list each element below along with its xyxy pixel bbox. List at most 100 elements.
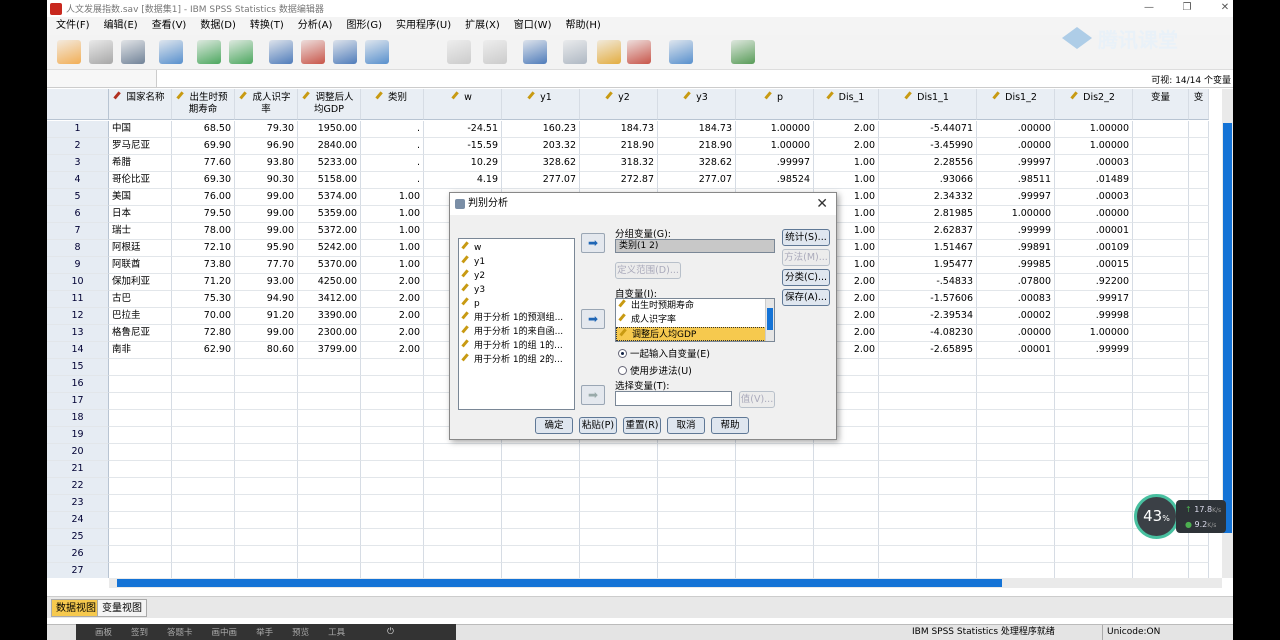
data-cell[interactable] [1189,563,1209,578]
data-cell[interactable] [172,427,235,444]
source-list-item[interactable]: y2 [459,269,574,283]
data-cell[interactable] [977,563,1055,578]
data-cell[interactable] [109,359,172,376]
data-cell[interactable]: .00001 [1055,223,1133,240]
data-cell[interactable]: 瑞士 [109,223,172,240]
weight-cases-icon[interactable] [563,40,587,64]
data-cell[interactable] [1055,563,1133,578]
data-cell[interactable] [879,546,977,563]
data-cell[interactable] [580,495,658,512]
data-cell[interactable] [736,478,814,495]
source-list-item[interactable]: y1 [459,255,574,269]
data-cell[interactable]: 77.60 [172,155,235,172]
data-cell[interactable] [1189,223,1209,240]
data-cell[interactable]: 93.00 [235,274,298,291]
data-cell[interactable] [424,563,502,578]
column-header-12[interactable]: Dis1_2 [977,89,1055,120]
column-header-3[interactable]: 调整后人均GDP [298,89,361,120]
data-cell[interactable]: .93066 [879,172,977,189]
data-cell[interactable] [109,376,172,393]
data-cell[interactable] [1133,546,1189,563]
source-list-item[interactable]: 用于分析 1的组 2的... [459,353,574,367]
data-cell[interactable]: .00000 [977,138,1055,155]
open-icon[interactable] [57,40,81,64]
data-cell[interactable]: 哥伦比亚 [109,172,172,189]
data-cell[interactable] [814,478,879,495]
data-cell[interactable] [361,376,424,393]
data-cell[interactable]: 218.90 [658,138,736,155]
data-cell[interactable]: -.54833 [879,274,977,291]
data-cell[interactable]: .00083 [977,291,1055,308]
help-button[interactable]: 帮助 [711,417,749,434]
data-cell[interactable] [235,495,298,512]
data-cell[interactable]: .99999 [977,223,1055,240]
data-cell[interactable]: .99917 [1055,291,1133,308]
overlay-item-0[interactable]: 画板 [95,626,112,638]
grouping-variable-field[interactable]: 类别(1 2) [615,239,775,253]
data-cell[interactable]: 1.00000 [1055,138,1133,155]
insert-variable-icon[interactable] [483,40,507,64]
data-cell[interactable] [977,478,1055,495]
data-cell[interactable] [424,461,502,478]
menu-item-3[interactable]: 数据(D) [193,17,243,35]
data-cell[interactable] [736,495,814,512]
data-cell[interactable] [502,478,580,495]
data-cell[interactable]: 68.50 [172,121,235,138]
data-cell[interactable] [298,410,361,427]
data-cell[interactable]: 72.80 [172,325,235,342]
data-cell[interactable] [879,376,977,393]
data-cell[interactable] [879,393,977,410]
data-cell[interactable] [1189,155,1209,172]
data-cell[interactable] [1189,478,1209,495]
data-cell[interactable] [977,546,1055,563]
data-cell[interactable]: .99999 [1055,342,1133,359]
data-cell[interactable] [879,512,977,529]
data-cell[interactable] [361,393,424,410]
row-header[interactable]: 11 [47,291,109,308]
data-cell[interactable] [1133,359,1189,376]
overlay-item-4[interactable]: 举手 [256,626,273,638]
data-cell[interactable] [1189,461,1209,478]
data-cell[interactable] [1133,563,1189,578]
ok-button[interactable]: 确定 [535,417,573,434]
data-cell[interactable] [1189,240,1209,257]
data-cell[interactable] [1133,325,1189,342]
data-cell[interactable]: . [361,155,424,172]
data-cell[interactable]: 184.73 [658,121,736,138]
data-cell[interactable]: 69.90 [172,138,235,155]
data-cell[interactable] [424,444,502,461]
data-cell[interactable]: 1.95477 [879,257,977,274]
data-cell[interactable] [879,359,977,376]
data-cell[interactable]: 1.00 [361,240,424,257]
data-cell[interactable]: 美国 [109,189,172,206]
data-cell[interactable] [1133,121,1189,138]
column-header-0[interactable]: 国家名称 [109,89,172,120]
data-cell[interactable]: 73.80 [172,257,235,274]
data-cell[interactable]: 5370.00 [298,257,361,274]
data-cell[interactable] [298,444,361,461]
data-cell[interactable]: .99997 [977,155,1055,172]
data-cell[interactable] [1133,138,1189,155]
data-cell[interactable]: 93.80 [235,155,298,172]
data-cell[interactable] [879,563,977,578]
data-cell[interactable] [172,478,235,495]
data-cell[interactable] [1055,359,1133,376]
data-cell[interactable]: 91.20 [235,308,298,325]
move-to-independents-button[interactable]: ➡ [581,309,605,329]
independent-list-item[interactable]: 调整后人均GDP [616,327,774,341]
data-cell[interactable] [361,410,424,427]
data-cell[interactable] [736,563,814,578]
data-cell[interactable] [235,512,298,529]
run-descriptives-icon[interactable] [365,40,389,64]
data-cell[interactable]: .00003 [1055,189,1133,206]
row-header[interactable]: 13 [47,325,109,342]
data-cell[interactable]: 1.00 [361,189,424,206]
data-cell[interactable]: 203.32 [502,138,580,155]
data-cell[interactable] [235,393,298,410]
data-cell[interactable] [298,461,361,478]
data-cell[interactable] [1133,155,1189,172]
data-cell[interactable]: -2.65895 [879,342,977,359]
tab-data-view[interactable]: 数据视图 [51,599,101,617]
data-cell[interactable]: 79.50 [172,206,235,223]
data-cell[interactable]: 希腊 [109,155,172,172]
